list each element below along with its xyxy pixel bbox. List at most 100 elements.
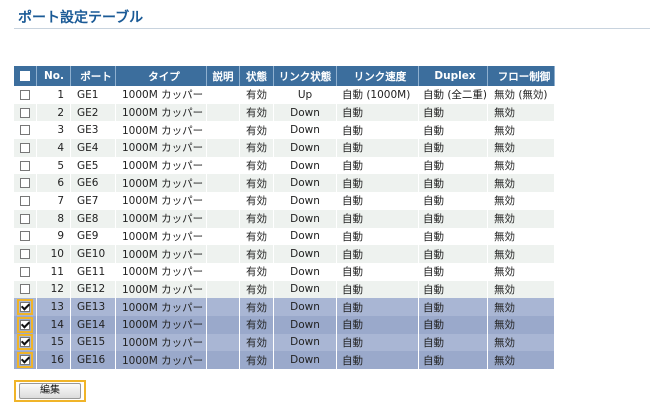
- port-settings-table: No. ポート タイプ 説明 状態 リンク状態 リンク速度 Duplex フロー…: [14, 66, 650, 369]
- port-number-cell: 9: [36, 227, 71, 246]
- select-all-checkbox[interactable]: [20, 71, 30, 81]
- col-header-type[interactable]: タイプ: [115, 66, 207, 86]
- col-header-port[interactable]: ポート: [70, 66, 116, 86]
- table-row[interactable]: 4 GE4 1000M カッパー 有効 Down 自動 自動 無効: [14, 139, 650, 157]
- flow-control-cell: 無効: [487, 121, 555, 140]
- link-speed-cell: 自動: [336, 262, 419, 281]
- col-header-flow-control[interactable]: フロー制御: [487, 66, 555, 86]
- row-select-checkbox[interactable]: [20, 249, 30, 260]
- link-speed-cell: 自動: [336, 227, 419, 246]
- port-state-cell: 有効: [239, 351, 274, 369]
- port-settings-table-container: No. ポート タイプ 説明 状態 リンク状態 リンク速度 Duplex フロー…: [14, 66, 650, 369]
- link-status-cell: Down: [273, 103, 337, 122]
- table-row[interactable]: 3 GE3 1000M カッパー 有効 Down 自動 自動 無効: [14, 121, 650, 140]
- checkbox-highlight: [17, 299, 33, 316]
- row-spacer: [554, 139, 650, 157]
- row-select-checkbox[interactable]: [20, 337, 30, 348]
- table-row[interactable]: 14 GE14 1000M カッパー 有効 Down 自動 自動 無効: [14, 315, 650, 334]
- row-select-checkbox[interactable]: [20, 284, 30, 295]
- row-spacer: [554, 192, 650, 210]
- row-select-cell: [14, 245, 37, 263]
- flow-control-cell: 無効: [487, 262, 555, 281]
- row-select-checkbox[interactable]: [20, 355, 30, 366]
- col-header-description[interactable]: 説明: [206, 66, 240, 86]
- flow-control-cell: 無効: [487, 192, 555, 210]
- col-header-state[interactable]: 状態: [239, 66, 274, 86]
- row-select-cell: [14, 86, 37, 104]
- edit-button[interactable]: 編集: [14, 380, 86, 402]
- row-select-cell: [14, 315, 37, 334]
- duplex-mode-cell: 自動: [418, 139, 488, 157]
- edit-button-label: 編集: [19, 383, 81, 399]
- port-description-cell: [206, 86, 240, 104]
- row-select-cell: [14, 298, 37, 316]
- table-row[interactable]: 8 GE8 1000M カッパー 有効 Down 自動 自動 無効: [14, 209, 650, 228]
- row-select-checkbox[interactable]: [20, 195, 30, 206]
- port-name-cell: GE4: [70, 139, 116, 157]
- row-spacer: [554, 333, 650, 352]
- table-row[interactable]: 9 GE9 1000M カッパー 有効 Down 自動 自動 無効: [14, 227, 650, 246]
- flow-control-cell: 無効: [487, 245, 555, 263]
- row-select-cell: [14, 280, 37, 299]
- table-row[interactable]: 12 GE12 1000M カッパー 有効 Down 自動 自動 無効: [14, 280, 650, 299]
- table-row[interactable]: 16 GE16 1000M カッパー 有効 Down 自動 自動 無効: [14, 351, 650, 369]
- port-description-cell: [206, 174, 240, 193]
- port-name-cell: GE7: [70, 192, 116, 210]
- col-header-link-speed[interactable]: リンク速度: [336, 66, 419, 86]
- checkbox-highlight: [17, 352, 33, 369]
- port-name-cell: GE3: [70, 121, 116, 140]
- table-row[interactable]: 11 GE11 1000M カッパー 有効 Down 自動 自動 無効: [14, 262, 650, 281]
- flow-control-cell: 無効: [487, 103, 555, 122]
- row-select-checkbox[interactable]: [20, 213, 30, 224]
- flow-control-cell: 無効 (無効): [487, 86, 555, 104]
- port-number-cell: 16: [36, 351, 71, 369]
- flow-control-cell: 無効: [487, 156, 555, 175]
- table-row[interactable]: 13 GE13 1000M カッパー 有効 Down 自動 自動 無効: [14, 298, 650, 316]
- title-divider: [14, 28, 650, 29]
- row-select-checkbox[interactable]: [20, 107, 30, 118]
- link-speed-cell: 自動: [336, 156, 419, 175]
- port-state-cell: 有効: [239, 103, 274, 122]
- link-status-cell: Down: [273, 262, 337, 281]
- col-header-no[interactable]: No.: [36, 66, 71, 86]
- table-row[interactable]: 5 GE5 1000M カッパー 有効 Down 自動 自動 無効: [14, 156, 650, 175]
- row-select-cell: [14, 103, 37, 122]
- duplex-mode-cell: 自動: [418, 333, 488, 352]
- row-spacer: [554, 86, 650, 104]
- link-speed-cell: 自動: [336, 192, 419, 210]
- table-row[interactable]: 2 GE2 1000M カッパー 有効 Down 自動 自動 無効: [14, 103, 650, 122]
- row-select-checkbox[interactable]: [20, 178, 30, 189]
- link-status-cell: Down: [273, 245, 337, 263]
- row-select-checkbox[interactable]: [20, 266, 30, 277]
- row-select-checkbox[interactable]: [20, 89, 30, 100]
- port-type-cell: 1000M カッパー: [115, 192, 207, 210]
- table-row[interactable]: 6 GE6 1000M カッパー 有効 Down 自動 自動 無効: [14, 174, 650, 193]
- page-title: ポート設定テーブル: [18, 10, 144, 26]
- row-spacer: [554, 280, 650, 299]
- duplex-mode-cell: 自動: [418, 209, 488, 228]
- port-number-cell: 2: [36, 103, 71, 122]
- link-status-cell: Up: [273, 86, 337, 104]
- row-select-checkbox[interactable]: [20, 125, 30, 136]
- port-description-cell: [206, 121, 240, 140]
- link-status-cell: Down: [273, 192, 337, 210]
- row-spacer: [554, 174, 650, 193]
- row-select-checkbox[interactable]: [20, 319, 30, 330]
- port-description-cell: [206, 262, 240, 281]
- table-row[interactable]: 7 GE7 1000M カッパー 有効 Down 自動 自動 無効: [14, 192, 650, 210]
- table-row[interactable]: 15 GE15 1000M カッパー 有効 Down 自動 自動 無効: [14, 333, 650, 352]
- row-select-checkbox[interactable]: [20, 302, 30, 313]
- row-select-checkbox[interactable]: [20, 231, 30, 242]
- link-status-cell: Down: [273, 139, 337, 157]
- table-row[interactable]: 10 GE10 1000M カッパー 有効 Down 自動 自動 無効: [14, 245, 650, 263]
- port-state-cell: 有効: [239, 298, 274, 316]
- row-select-checkbox[interactable]: [20, 160, 30, 171]
- table-row[interactable]: 1 GE1 1000M カッパー 有効 Up 自動 (1000M) 自動 (全二重) 無効 (…: [14, 86, 650, 104]
- col-header-link-status[interactable]: リンク状態: [273, 66, 337, 86]
- col-header-duplex[interactable]: Duplex: [418, 66, 488, 86]
- row-select-cell: [14, 227, 37, 246]
- link-speed-cell: 自動: [336, 209, 419, 228]
- row-select-checkbox[interactable]: [20, 142, 30, 153]
- port-description-cell: [206, 333, 240, 352]
- port-type-cell: 1000M カッパー: [115, 351, 207, 369]
